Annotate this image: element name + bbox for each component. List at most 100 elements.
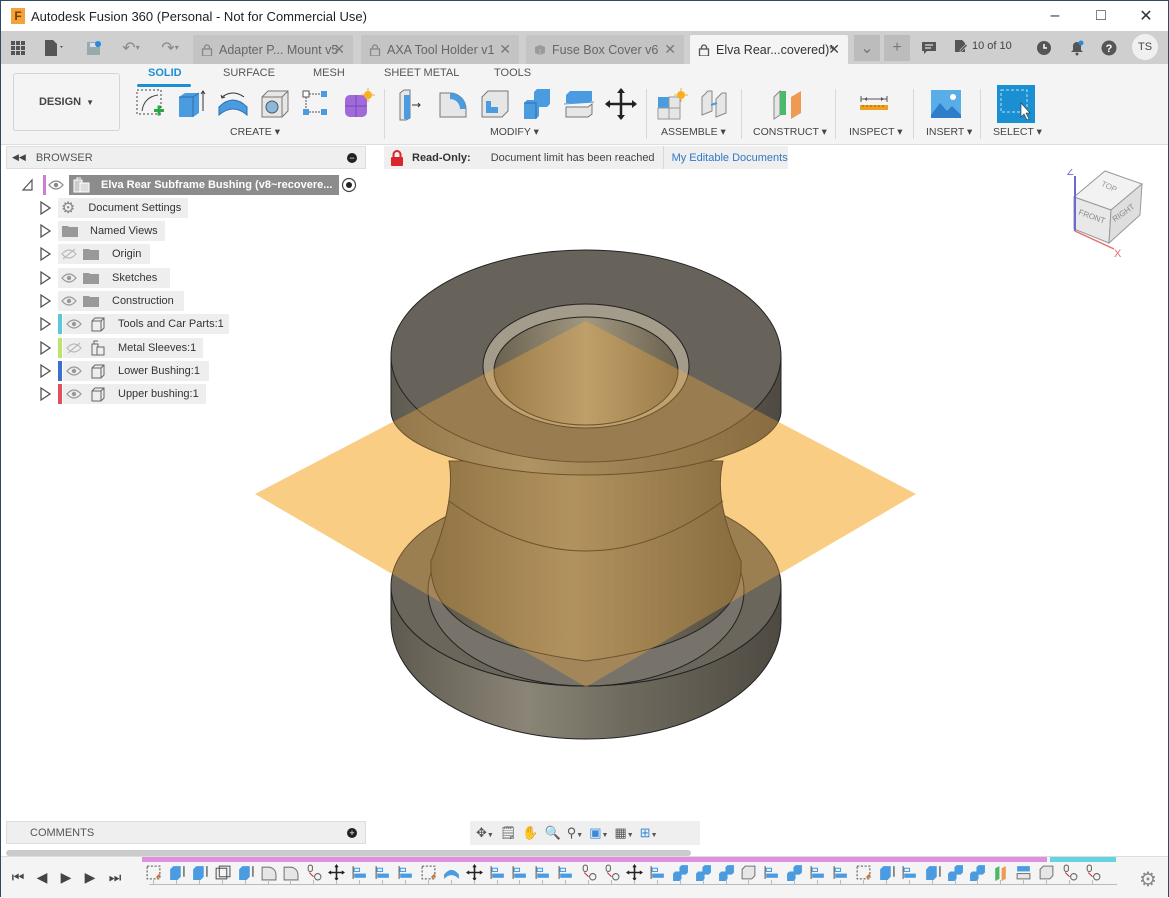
create-form-icon[interactable]: [341, 87, 375, 121]
tab-adapter-mount[interactable]: Adapter P... Mount v5 ✕: [193, 35, 353, 64]
timeline-feature-joint-icon[interactable]: [305, 864, 322, 881]
close-window-button[interactable]: ✕: [1123, 1, 1169, 31]
view-cube[interactable]: TOP FRONT RIGHT Z X: [1067, 169, 1143, 260]
close-tab-icon[interactable]: ✕: [828, 41, 840, 58]
timeline-feature-extrude-icon[interactable]: [191, 864, 208, 881]
create-sketch-icon[interactable]: [134, 87, 168, 121]
timeline-feature-combine-icon[interactable]: [718, 864, 735, 881]
fillet-icon[interactable]: [436, 87, 470, 121]
ribbon-tab-solid[interactable]: SOLID: [148, 67, 182, 79]
timeline-feature-box-icon[interactable]: [740, 864, 757, 881]
user-avatar[interactable]: TS: [1132, 34, 1158, 60]
timeline-feature-align-icon[interactable]: [901, 864, 918, 881]
ribbon-tab-surface[interactable]: SURFACE: [223, 67, 275, 79]
timeline-feature-shell-icon[interactable]: [214, 864, 231, 881]
fit-icon[interactable]: ⚲▼: [567, 825, 583, 841]
data-panel-grid-icon[interactable]: [7, 31, 29, 64]
close-tab-icon[interactable]: ✕: [664, 41, 676, 58]
split-body-icon[interactable]: [562, 87, 596, 121]
timeline-feature-align-icon[interactable]: [374, 864, 391, 881]
timeline-feature-combine-icon[interactable]: [947, 864, 964, 881]
new-component-icon[interactable]: [655, 87, 689, 121]
timeline-feature-align-icon[interactable]: [557, 864, 574, 881]
timeline-feature-joint-icon[interactable]: [603, 864, 620, 881]
step-back-icon[interactable]: ◀: [34, 868, 50, 886]
timeline-feature-joint-icon[interactable]: [580, 864, 597, 881]
maximize-button[interactable]: □: [1078, 1, 1124, 31]
timeline-feature-joint-icon[interactable]: [1084, 864, 1101, 881]
timeline-feature-align-icon[interactable]: [489, 864, 506, 881]
zoom-icon[interactable]: 🔍: [545, 825, 561, 841]
step-forward-icon[interactable]: ▶: [82, 868, 98, 886]
comment-icon[interactable]: [918, 31, 940, 64]
new-tab-plus-icon[interactable]: +: [884, 35, 910, 61]
timeline-feature-align-icon[interactable]: [511, 864, 528, 881]
undo-button[interactable]: ↶ ▾: [114, 31, 148, 64]
timeline-feature-revolve-icon[interactable]: [443, 864, 460, 881]
ribbon-tab-sheet-metal[interactable]: SHEET METAL: [384, 67, 459, 79]
press-pull-icon[interactable]: [394, 87, 428, 121]
collapse-panel-icon[interactable]: ◀◀: [12, 152, 26, 163]
timeline-feature-align-icon[interactable]: [809, 864, 826, 881]
timeline-feature-move-icon[interactable]: [625, 864, 643, 881]
joint-icon[interactable]: [698, 87, 732, 121]
hole-icon[interactable]: [258, 87, 292, 121]
help-icon[interactable]: ?: [1098, 31, 1120, 64]
go-to-start-icon[interactable]: ⏮: [10, 868, 26, 886]
pan-hand-icon[interactable]: ✋: [522, 825, 538, 841]
minimize-panel-icon[interactable]: −: [347, 152, 357, 163]
document-counter[interactable]: 10 of 10: [954, 39, 1012, 53]
minimize-button[interactable]: –: [1032, 1, 1078, 31]
go-to-end-icon[interactable]: ⏭: [107, 868, 123, 886]
tab-overflow-chevron-icon[interactable]: ⌄: [854, 35, 880, 61]
timeline-feature-extrude-icon[interactable]: [924, 864, 941, 881]
notifications-bell-icon[interactable]: [1066, 31, 1088, 64]
timeline-feature-fillet-icon[interactable]: [282, 864, 299, 881]
orbit-icon[interactable]: ✥▼: [476, 825, 494, 841]
combine-icon[interactable]: [520, 87, 554, 121]
timeline-feature-sketch-icon[interactable]: [855, 864, 872, 881]
extrude-icon[interactable]: [174, 87, 208, 121]
timeline-feature-align-icon[interactable]: [832, 864, 849, 881]
tab-axa-tool-holder[interactable]: AXA Tool Holder v1 ✕: [361, 35, 519, 64]
insert-group-menu[interactable]: INSERT ▾: [926, 126, 972, 138]
timeline-feature-fillet-icon[interactable]: [260, 864, 277, 881]
ribbon-tab-mesh[interactable]: MESH: [313, 67, 345, 79]
timeline-feature-align-icon[interactable]: [534, 864, 551, 881]
measure-icon[interactable]: [857, 87, 891, 121]
play-icon[interactable]: ▶: [58, 868, 74, 886]
select-icon[interactable]: [997, 85, 1035, 123]
close-tab-icon[interactable]: ✕: [333, 41, 345, 58]
pattern-icon[interactable]: [299, 87, 333, 121]
look-at-icon[interactable]: 🗒: [500, 825, 517, 841]
3d-viewport[interactable]: TOP FRONT RIGHT Z X: [1, 169, 1169, 819]
timeline-feature-box-icon[interactable]: [1038, 864, 1055, 881]
timeline-feature-combine-icon[interactable]: [786, 864, 803, 881]
create-group-menu[interactable]: CREATE ▾: [230, 126, 280, 138]
move-copy-icon[interactable]: [604, 87, 638, 121]
add-comment-icon[interactable]: +: [347, 827, 357, 838]
tab-elva-rear-active[interactable]: Elva Rear...covered)* ✕: [690, 35, 848, 64]
timeline-feature-extrude-icon[interactable]: [237, 864, 254, 881]
timeline-feature-joint-icon[interactable]: [1061, 864, 1078, 881]
file-menu-icon[interactable]: [39, 31, 69, 64]
comments-panel-header[interactable]: COMMENTS +: [6, 821, 366, 844]
tab-fuse-box-cover[interactable]: Fuse Box Cover v6 ✕: [526, 35, 684, 64]
inspect-group-menu[interactable]: INSPECT ▾: [849, 126, 903, 138]
workspace-switcher[interactable]: DESIGN ▼: [13, 73, 120, 131]
browser-panel-header[interactable]: ◀◀ BROWSER −: [6, 146, 366, 169]
offset-plane-icon[interactable]: [771, 87, 805, 121]
timeline-feature-sketch-icon[interactable]: [420, 864, 437, 881]
save-icon[interactable]: [83, 31, 105, 64]
redo-button[interactable]: ↷ ▾: [153, 31, 187, 64]
job-status-clock-icon[interactable]: [1033, 31, 1055, 64]
select-group-menu[interactable]: SELECT ▾: [993, 126, 1042, 138]
my-editable-documents-link[interactable]: My Editable Documents: [672, 152, 788, 164]
viewports-icon[interactable]: ⊞▼: [640, 825, 658, 841]
timeline-feature-combine-icon[interactable]: [672, 864, 689, 881]
modify-group-menu[interactable]: MODIFY ▾: [490, 126, 539, 138]
insert-image-icon[interactable]: [929, 87, 963, 121]
revolve-icon[interactable]: [216, 87, 250, 121]
ribbon-tab-tools[interactable]: TOOLS: [494, 67, 531, 79]
timeline-feature-align-icon[interactable]: [351, 864, 368, 881]
